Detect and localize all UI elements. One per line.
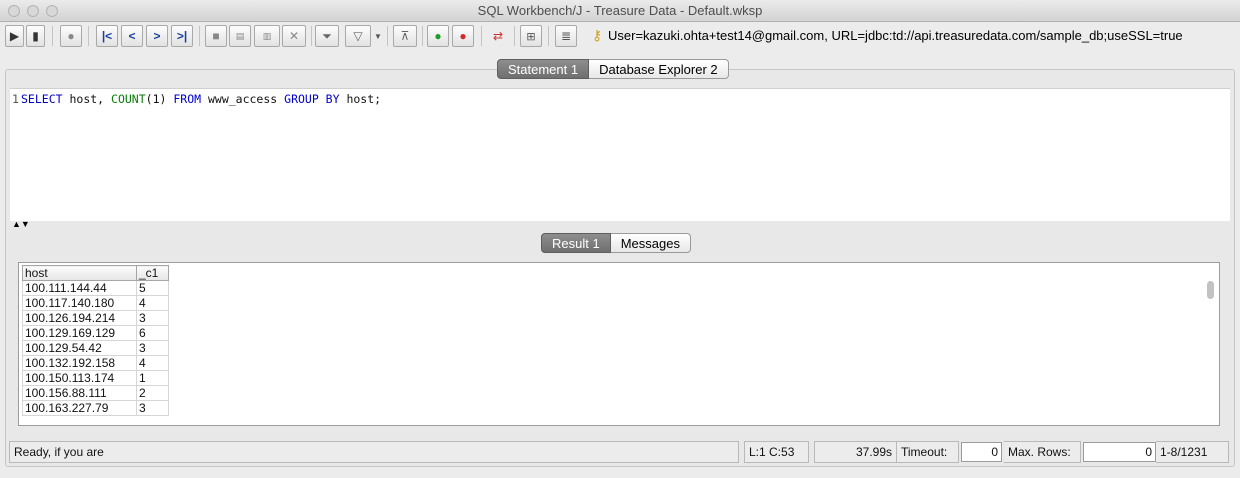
- table-row[interactable]: 100.129.54.42 3: [22, 340, 169, 356]
- key-icon: ⚷: [592, 27, 603, 43]
- table-row[interactable]: 100.111.144.44 5: [22, 280, 169, 296]
- cell-count[interactable]: 4: [136, 355, 169, 371]
- sql-token: COUNT: [111, 92, 146, 106]
- execute-icon[interactable]: ▶: [5, 25, 24, 47]
- tab-database-explorer-2[interactable]: Database Explorer 2: [589, 59, 729, 79]
- column-header-c1[interactable]: _c1: [136, 265, 169, 281]
- max-rows-field[interactable]: 0: [1083, 442, 1156, 462]
- filter-icon[interactable]: ⏷: [315, 25, 339, 47]
- cell-host[interactable]: 100.111.144.44: [22, 280, 137, 296]
- editor-tabs: Statement 1 Database Explorer 2: [497, 59, 729, 79]
- execution-time: 37.99s: [814, 441, 897, 463]
- cell-count[interactable]: 2: [136, 385, 169, 401]
- tab-result-1[interactable]: Result 1: [541, 233, 611, 253]
- sql-text[interactable]: SELECT host, COUNT(1) FROM www_access GR…: [21, 92, 381, 106]
- table-row[interactable]: 100.129.169.129 6: [22, 325, 169, 341]
- sql-token: SELECT: [21, 92, 63, 106]
- sql-token: host;: [339, 92, 382, 106]
- max-rows-label: Max. Rows:: [1004, 441, 1081, 463]
- row-range: 1-8/1231: [1156, 441, 1229, 463]
- previous-icon[interactable]: <: [121, 25, 143, 47]
- rollback-icon[interactable]: ●: [452, 25, 474, 47]
- cell-count[interactable]: 4: [136, 295, 169, 311]
- results-panel: host _c1 100.111.144.44 5 100.117.140.180 4…: [18, 262, 1220, 426]
- cell-host[interactable]: 100.163.227.79: [22, 400, 137, 416]
- status-message: Ready, if you are: [9, 441, 739, 463]
- copy-row-icon[interactable]: ▥: [254, 25, 280, 47]
- table-row[interactable]: 100.156.88.111 2: [22, 385, 169, 401]
- cell-count[interactable]: 1: [136, 370, 169, 386]
- object-explorer-icon[interactable]: ⊞: [520, 25, 542, 47]
- window-title: SQL Workbench/J - Treasure Data - Defaul…: [477, 3, 763, 18]
- table-row[interactable]: 100.126.194.214 3: [22, 310, 169, 326]
- cell-host[interactable]: 100.129.169.129: [22, 325, 137, 341]
- line-number: 1: [12, 92, 19, 106]
- cell-count[interactable]: 3: [136, 340, 169, 356]
- delete-row-icon[interactable]: ✕: [282, 25, 306, 47]
- cursor-position: L:1 C:53: [744, 441, 809, 463]
- cell-host[interactable]: 100.156.88.111: [22, 385, 137, 401]
- commit-icon[interactable]: ●: [427, 25, 449, 47]
- tab-messages[interactable]: Messages: [610, 233, 691, 253]
- chevron-down-icon[interactable]: ▼: [372, 25, 384, 47]
- database-icon[interactable]: ≣: [555, 25, 577, 47]
- title-bar: SQL Workbench/J - Treasure Data - Defaul…: [0, 0, 1240, 22]
- first-page-icon[interactable]: |<: [96, 25, 118, 47]
- cell-host[interactable]: 100.129.54.42: [22, 340, 137, 356]
- table-row[interactable]: 100.163.227.79 3: [22, 400, 169, 416]
- sql-editor[interactable]: 1 SELECT host, COUNT(1) FROM www_access …: [10, 88, 1230, 221]
- filter-dropdown-icon[interactable]: ▽: [345, 25, 371, 47]
- vertical-scrollbar[interactable]: [1207, 281, 1214, 299]
- column-header-host[interactable]: host: [22, 265, 137, 281]
- splitter-handle[interactable]: ▲▼: [12, 220, 30, 229]
- sql-token: (1): [145, 92, 174, 106]
- table-row[interactable]: 100.150.113.174 1: [22, 370, 169, 386]
- insert-row-icon[interactable]: ▤: [229, 25, 251, 47]
- cell-count[interactable]: 3: [136, 310, 169, 326]
- reset-filter-icon[interactable]: ⊼: [393, 25, 417, 47]
- timeout-field[interactable]: 0: [961, 442, 1002, 462]
- cell-host[interactable]: 100.117.140.180: [22, 295, 137, 311]
- sql-token: host,: [62, 92, 112, 106]
- cell-host[interactable]: 100.132.192.158: [22, 355, 137, 371]
- stop-icon[interactable]: ●: [60, 25, 82, 47]
- save-icon[interactable]: ■: [205, 25, 227, 47]
- table-row[interactable]: 100.117.140.180 4: [22, 295, 169, 311]
- cell-count[interactable]: 5: [136, 280, 169, 296]
- result-tabs: Result 1 Messages: [541, 233, 691, 253]
- status-bar: Ready, if you are L:1 C:53 37.99s Timeou…: [9, 441, 1229, 463]
- cell-host[interactable]: 100.150.113.174: [22, 370, 137, 386]
- execute-current-icon[interactable]: ▮: [26, 25, 45, 47]
- cell-host[interactable]: 100.126.194.214: [22, 310, 137, 326]
- cell-count[interactable]: 6: [136, 325, 169, 341]
- connection-info: User=kazuki.ohta+test14@gmail.com, URL=j…: [608, 28, 1183, 43]
- timeout-label: Timeout:: [897, 441, 959, 463]
- next-icon[interactable]: >: [146, 25, 168, 47]
- sql-token: www_access: [201, 92, 285, 106]
- last-page-icon[interactable]: >|: [171, 25, 193, 47]
- sql-token: GROUP BY: [284, 92, 340, 106]
- results-table: host _c1 100.111.144.44 5 100.117.140.180 4…: [22, 265, 169, 416]
- table-row[interactable]: 100.132.192.158 4: [22, 355, 169, 371]
- toolbar: ▶ ▮ ● |< < > >| ■ ▤ ▥ ✕ ⏷ ▽ ▼ ⊼ ● ● ⇄ ⊞ …: [0, 23, 1240, 51]
- cell-count[interactable]: 3: [136, 400, 169, 416]
- tab-statement-1[interactable]: Statement 1: [497, 59, 590, 79]
- disconnect-icon[interactable]: ⇄: [487, 25, 509, 47]
- sql-token: FROM: [173, 92, 202, 106]
